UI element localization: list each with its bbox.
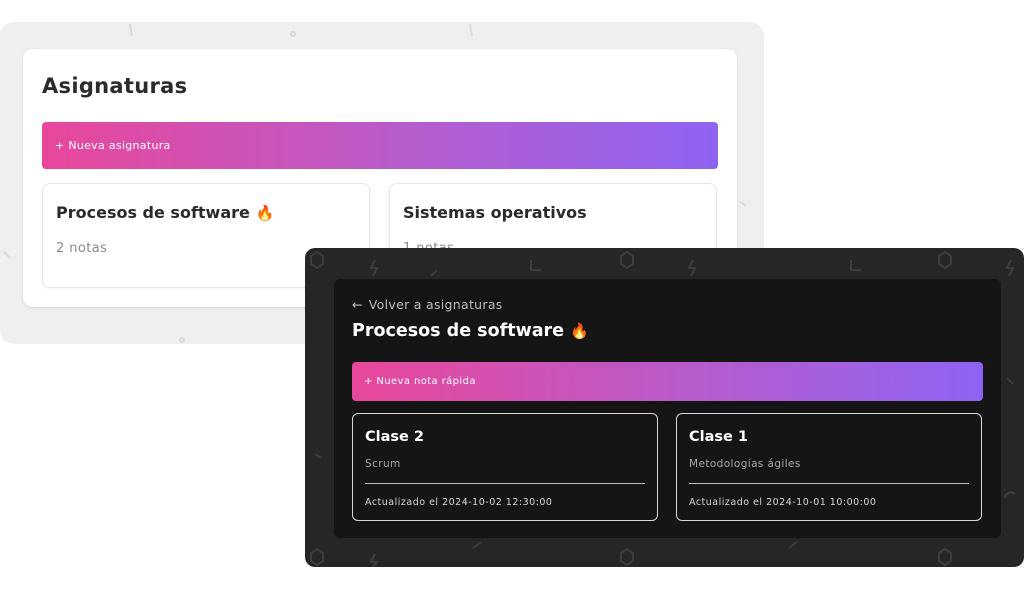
new-subject-button[interactable]: + Nueva asignatura: [42, 122, 718, 169]
subject-name: Sistemas operativos: [403, 203, 587, 222]
page-title: Asignaturas: [42, 74, 188, 98]
note-updated-timestamp: Actualizado el 2024-10-01 10:00:00: [689, 497, 877, 508]
divider: [689, 483, 969, 484]
note-card-clase-1[interactable]: Clase 1 Metodologías ágiles Actualizado …: [676, 413, 982, 521]
divider: [365, 483, 645, 484]
note-card-clase-2[interactable]: Clase 2 Scrum Actualizado el 2024-10-02 …: [352, 413, 658, 521]
subject-name: Procesos de software 🔥: [56, 203, 275, 222]
subject-title: Procesos de software 🔥: [352, 321, 589, 341]
new-quick-note-button[interactable]: + Nueva nota rápida: [352, 362, 983, 401]
subject-detail-window: ← Volver a asignaturas Procesos de softwa…: [305, 248, 1024, 567]
back-to-subjects-link[interactable]: ← Volver a asignaturas: [352, 297, 503, 312]
fire-icon: 🔥: [255, 204, 275, 222]
note-title: Clase 1: [689, 429, 748, 445]
subject-detail-panel: ← Volver a asignaturas Procesos de softwa…: [334, 279, 1001, 538]
note-title: Clase 2: [365, 429, 424, 445]
arrow-left-icon: ←: [352, 297, 363, 312]
subject-note-count: 2 notas: [56, 241, 108, 256]
note-subtitle: Scrum: [365, 458, 401, 470]
note-updated-timestamp: Actualizado el 2024-10-02 12:30:00: [365, 497, 553, 508]
note-subtitle: Metodologías ágiles: [689, 458, 801, 470]
fire-icon: 🔥: [570, 322, 589, 340]
